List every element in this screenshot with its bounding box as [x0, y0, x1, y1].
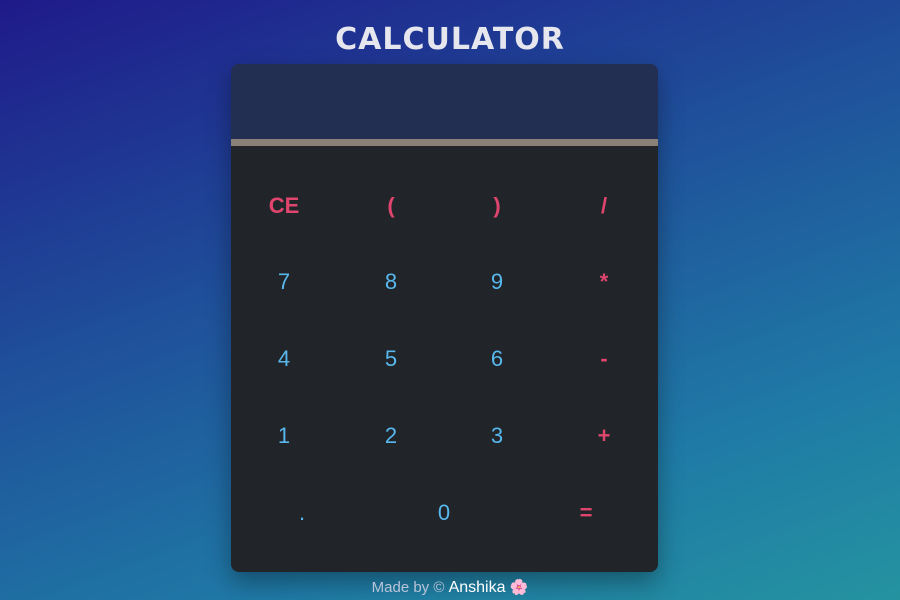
footer-author: Anshika	[448, 579, 506, 596]
footer: Made by © Anshika 🌸	[0, 578, 900, 597]
digit-6-button[interactable]: 6	[444, 334, 550, 384]
digit-5-button[interactable]: 5	[338, 334, 444, 384]
page-title: CALCULATOR	[335, 22, 565, 57]
display-divider	[231, 139, 658, 146]
equals-button[interactable]: =	[533, 488, 639, 538]
digit-7-button[interactable]: 7	[231, 257, 337, 307]
digit-8-button[interactable]: 8	[338, 257, 444, 307]
divide-button[interactable]: /	[551, 181, 657, 231]
digit-0-button[interactable]: 0	[391, 488, 497, 538]
calculator-display	[231, 64, 658, 139]
footer-prefix: Made by ©	[371, 579, 449, 596]
keypad: CE ( ) / 7 8 9 * 4 5 6 - 1 2 3 + . 0 =	[231, 146, 658, 572]
digit-1-button[interactable]: 1	[231, 411, 337, 461]
clear-button[interactable]: CE	[231, 181, 337, 231]
decimal-button[interactable]: .	[249, 488, 355, 538]
open-paren-button[interactable]: (	[338, 181, 444, 231]
add-button[interactable]: +	[551, 411, 657, 461]
digit-9-button[interactable]: 9	[444, 257, 550, 307]
digit-4-button[interactable]: 4	[231, 334, 337, 384]
flower-icon: 🌸	[509, 579, 529, 596]
calculator: CE ( ) / 7 8 9 * 4 5 6 - 1 2 3 + . 0 =	[231, 64, 658, 572]
close-paren-button[interactable]: )	[444, 181, 550, 231]
digit-2-button[interactable]: 2	[338, 411, 444, 461]
multiply-button[interactable]: *	[551, 257, 657, 307]
subtract-button[interactable]: -	[551, 334, 657, 384]
digit-3-button[interactable]: 3	[444, 411, 550, 461]
